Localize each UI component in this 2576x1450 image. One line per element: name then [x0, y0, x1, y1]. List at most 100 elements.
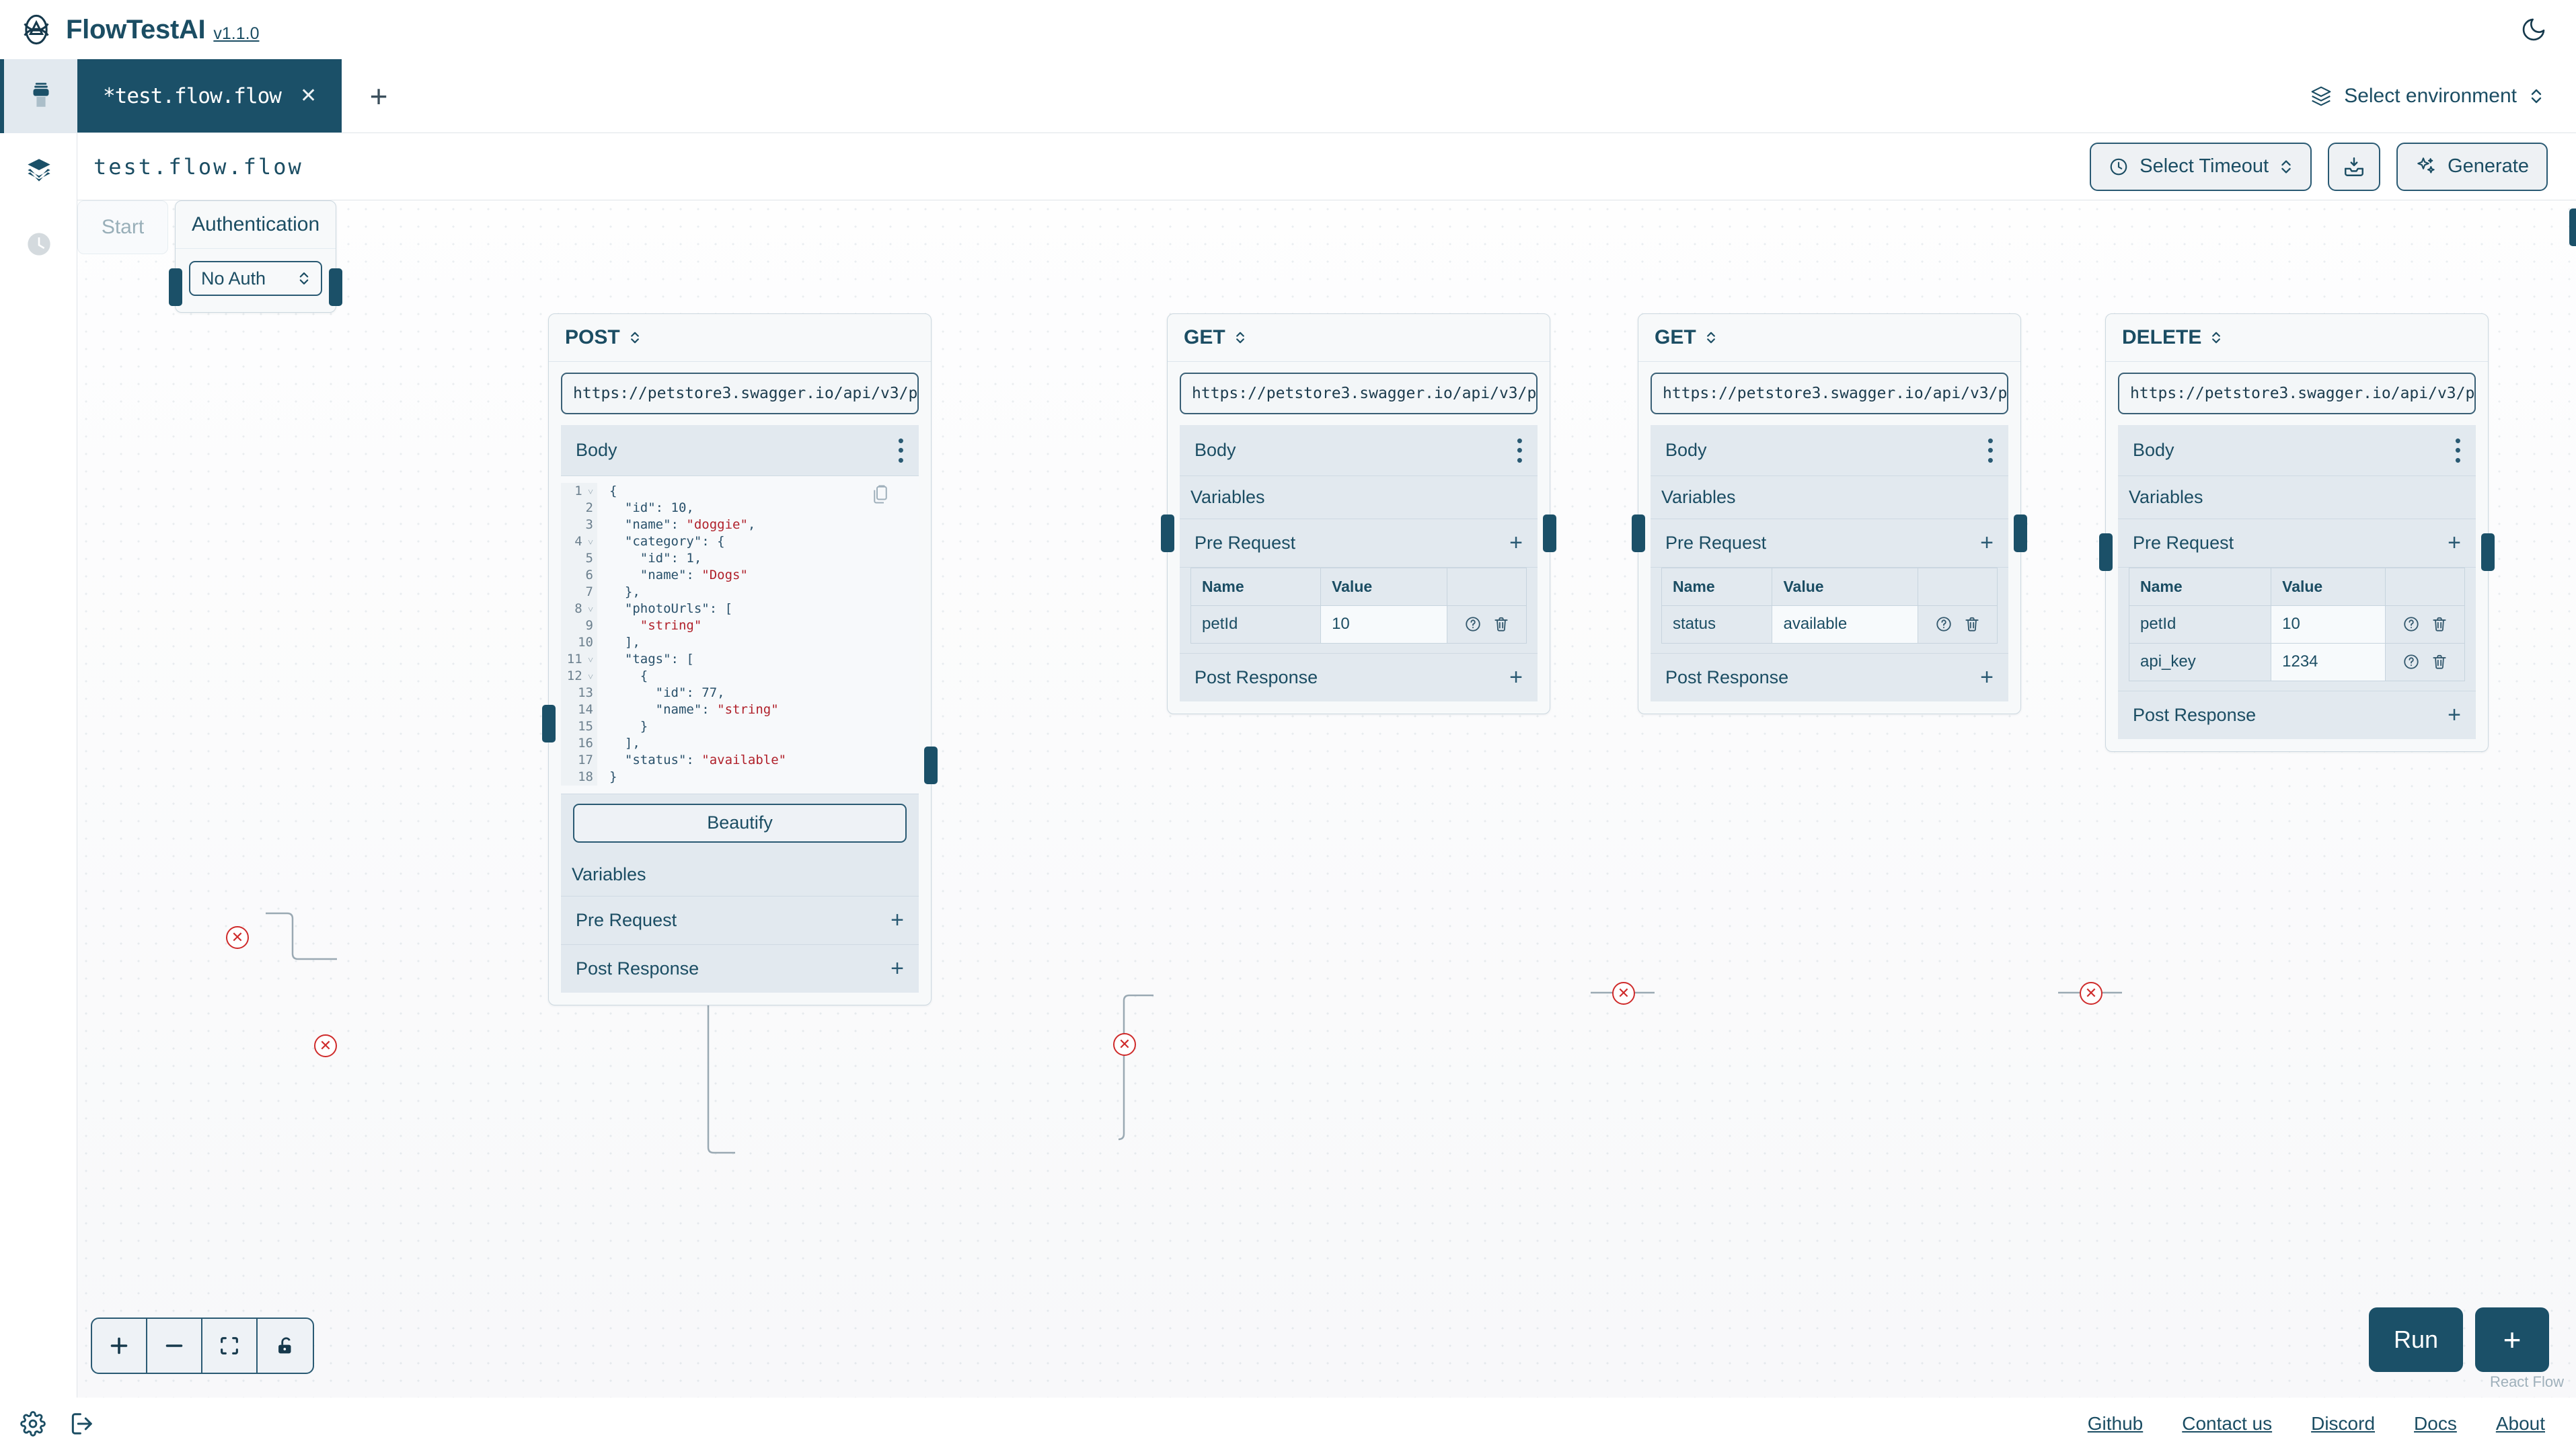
request-node-get-1[interactable]: GET https://petstore3.swagger.io/api/v3/…: [1167, 313, 1550, 714]
fit-view-button[interactable]: [202, 1319, 258, 1373]
section-post-response-post[interactable]: Post Response +: [561, 945, 919, 993]
section-pre-request-delete[interactable]: Pre Request +: [2118, 519, 2476, 568]
body-options-icon[interactable]: •••: [1987, 436, 1994, 465]
request-node-get-2[interactable]: GET https://petstore3.swagger.io/api/v3/…: [1638, 313, 2021, 714]
footer-link-about[interactable]: About: [2496, 1413, 2545, 1435]
table-row[interactable]: statusavailable: [1662, 605, 1998, 643]
authentication-node[interactable]: Authentication No Auth: [175, 200, 336, 313]
help-icon[interactable]: [1935, 615, 1953, 633]
beautify-button[interactable]: Beautify: [573, 804, 907, 843]
app-version[interactable]: v1.1.0: [213, 24, 259, 44]
section-pre-request-get-2[interactable]: Pre Request +: [1651, 519, 2008, 568]
footer-link-contact-us[interactable]: Contact us: [2182, 1413, 2272, 1435]
section-variables-get-2[interactable]: Variables: [1651, 476, 2008, 519]
edge-delete-icon[interactable]: ✕: [2080, 982, 2103, 1005]
add-pre-request-icon[interactable]: +: [1980, 530, 1994, 556]
save-button[interactable]: [2328, 143, 2380, 191]
help-icon[interactable]: [1464, 615, 1482, 633]
footer-link-github[interactable]: Github: [2088, 1413, 2144, 1435]
select-timeout-button[interactable]: Select Timeout: [2090, 143, 2312, 191]
rail-item-environments[interactable]: [0, 133, 77, 207]
rail-item-history[interactable]: [0, 207, 77, 281]
get2-node-input-handle[interactable]: [1632, 514, 1645, 552]
generate-button[interactable]: Generate: [2396, 143, 2548, 191]
request-method-get-1[interactable]: GET: [1168, 314, 1550, 362]
edge-delete-icon[interactable]: ✕: [1113, 1033, 1136, 1056]
gear-icon[interactable]: [20, 1411, 46, 1437]
rail-item-collection[interactable]: [0, 59, 77, 133]
delete-node-output-handle[interactable]: [2481, 533, 2495, 571]
section-pre-request-get-1[interactable]: Pre Request +: [1180, 519, 1538, 568]
react-flow-watermark[interactable]: React Flow: [2490, 1373, 2564, 1391]
copy-icon[interactable]: [870, 484, 891, 504]
add-post-response-icon[interactable]: +: [891, 956, 904, 982]
body-options-icon[interactable]: •••: [898, 436, 904, 465]
get1-node-output-handle[interactable]: [1543, 514, 1556, 552]
help-icon[interactable]: [2402, 615, 2420, 633]
logout-icon[interactable]: [69, 1411, 94, 1437]
add-node-button[interactable]: +: [2475, 1307, 2549, 1372]
cell-value[interactable]: available: [1772, 605, 1918, 643]
table-row[interactable]: petId10: [1191, 605, 1527, 643]
add-pre-request-icon[interactable]: +: [2448, 530, 2461, 556]
footer-link-docs[interactable]: Docs: [2414, 1413, 2457, 1435]
add-pre-request-icon[interactable]: +: [891, 907, 904, 933]
help-icon[interactable]: [2402, 653, 2420, 671]
close-icon[interactable]: ✕: [300, 84, 316, 108]
cell-value[interactable]: 10: [2271, 605, 2386, 643]
delete-row-icon[interactable]: [2431, 653, 2448, 671]
section-body-get-1[interactable]: Body •••: [1180, 425, 1538, 476]
request-url-input-get-1[interactable]: https://petstore3.swagger.io/api/v3/pet/…: [1180, 373, 1538, 414]
request-node-post[interactable]: POST https://petstore3.swagger.io/api/v3…: [548, 313, 932, 1005]
json-code-editor[interactable]: 123456789101112131415161718 { "id": 10, …: [561, 476, 919, 794]
edge-delete-icon[interactable]: ✕: [1612, 982, 1635, 1005]
footer-link-discord[interactable]: Discord: [2311, 1413, 2375, 1435]
cell-name[interactable]: api_key: [2129, 643, 2271, 681]
section-body-delete[interactable]: Body •••: [2118, 425, 2476, 476]
request-method-post[interactable]: POST: [549, 314, 931, 362]
auth-node-output-handle[interactable]: [329, 268, 342, 306]
section-variables-delete[interactable]: Variables: [2118, 476, 2476, 519]
section-variables-post[interactable]: Variables: [561, 853, 919, 896]
section-variables-get-1[interactable]: Variables: [1180, 476, 1538, 519]
add-pre-request-icon[interactable]: +: [1509, 530, 1523, 556]
auth-type-select[interactable]: No Auth: [189, 261, 322, 296]
request-method-get-2[interactable]: GET: [1638, 314, 2020, 362]
add-post-response-icon[interactable]: +: [1980, 664, 1994, 691]
cell-name[interactable]: petId: [1191, 605, 1321, 643]
get2-node-output-handle[interactable]: [2014, 514, 2027, 552]
table-row[interactable]: api_key1234: [2129, 643, 2465, 681]
section-pre-request-post[interactable]: Pre Request +: [561, 896, 919, 945]
delete-row-icon[interactable]: [1492, 615, 1510, 633]
section-post-response-delete[interactable]: Post Response +: [2118, 691, 2476, 739]
moon-icon[interactable]: [2518, 14, 2549, 45]
edge-delete-icon[interactable]: ✕: [314, 1034, 337, 1057]
cell-value[interactable]: 10: [1321, 605, 1447, 643]
request-url-input-delete[interactable]: https://petstore3.swagger.io/api/v3/pet/…: [2118, 373, 2476, 414]
unlock-icon[interactable]: [258, 1319, 313, 1373]
tab-test-flow[interactable]: *test.flow.flow ✕: [77, 59, 342, 132]
environment-selector[interactable]: Select environment: [2310, 85, 2544, 108]
add-post-response-icon[interactable]: +: [2448, 702, 2461, 728]
request-url-input-post[interactable]: https://petstore3.swagger.io/api/v3/pet: [561, 373, 919, 414]
zoom-in-button[interactable]: [92, 1319, 147, 1373]
start-node-output-handle[interactable]: [2569, 208, 2576, 246]
section-body-post[interactable]: Body •••: [561, 425, 919, 476]
run-button[interactable]: Run: [2369, 1307, 2463, 1372]
zoom-out-button[interactable]: [147, 1319, 202, 1373]
get1-node-input-handle[interactable]: [1161, 514, 1174, 552]
section-post-response-get-2[interactable]: Post Response +: [1651, 654, 2008, 701]
post-node-input-handle[interactable]: [542, 705, 556, 742]
body-options-icon[interactable]: •••: [1517, 436, 1523, 465]
section-post-response-get-1[interactable]: Post Response +: [1180, 654, 1538, 701]
delete-row-icon[interactable]: [1963, 615, 1981, 633]
delete-row-icon[interactable]: [2431, 615, 2448, 633]
auth-node-input-handle[interactable]: [169, 268, 182, 306]
delete-node-input-handle[interactable]: [2099, 533, 2113, 571]
section-body-get-2[interactable]: Body •••: [1651, 425, 2008, 476]
table-row[interactable]: petId10: [2129, 605, 2465, 643]
request-url-input-get-2[interactable]: https://petstore3.swagger.io/api/v3/pet/…: [1651, 373, 2008, 414]
cell-value[interactable]: 1234: [2271, 643, 2386, 681]
body-options-icon[interactable]: •••: [2455, 436, 2461, 465]
edge-delete-icon[interactable]: ✕: [226, 926, 249, 949]
